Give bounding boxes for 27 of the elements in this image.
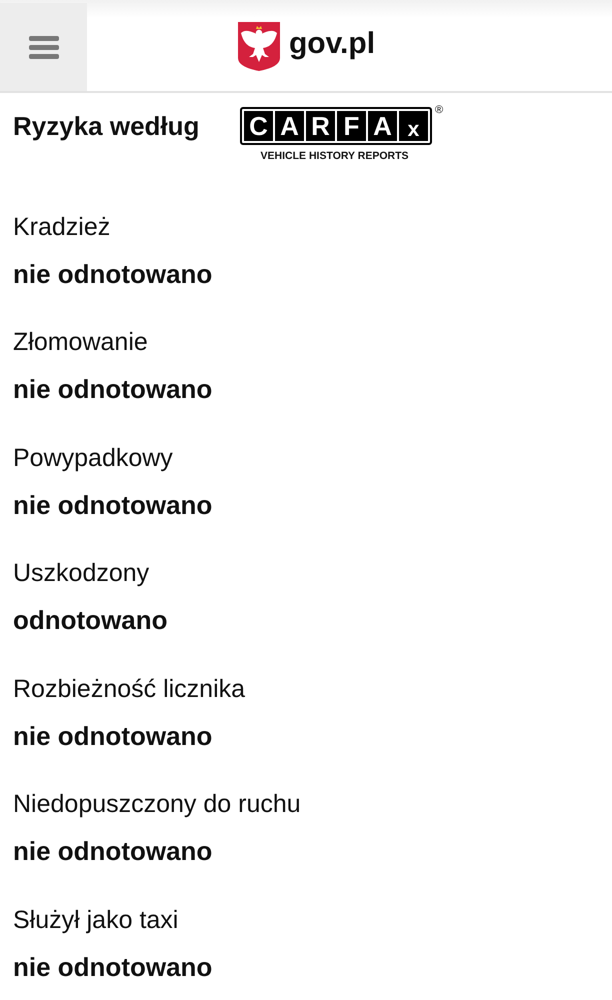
- logo-letter: C: [244, 111, 273, 141]
- risk-value: nie odnotowano: [13, 374, 212, 404]
- risk-value: nie odnotowano: [13, 836, 212, 866]
- logo-letter: R: [306, 111, 335, 141]
- risk-value: nie odnotowano: [13, 258, 212, 288]
- risk-label: Powypadkowy: [13, 442, 173, 472]
- logo-letter: x: [399, 111, 428, 141]
- site-name: gov.pl: [288, 29, 376, 62]
- risk-label: Kradzież: [13, 212, 110, 242]
- risk-label: Niedopuszczony do ruchu: [13, 789, 301, 819]
- risk-value: nie odnotowano: [13, 952, 212, 982]
- menu-icon: [28, 36, 58, 58]
- logo-letter: A: [368, 111, 397, 141]
- risk-value: odnotowano: [13, 605, 168, 635]
- logo-letter: F: [337, 111, 366, 141]
- risk-value: nie odnotowano: [13, 720, 212, 750]
- risk-label: Złomowanie: [13, 327, 148, 357]
- risk-label: Uszkodzony: [13, 558, 150, 588]
- risk-value: nie odnotowano: [13, 490, 212, 520]
- risk-label: Rozbieżność licznika: [13, 674, 246, 704]
- logo-tagline: VEHICLE HISTORY REPORTS: [260, 151, 409, 162]
- eagle-emblem-icon: [236, 20, 281, 72]
- logo-letter: A: [275, 111, 304, 141]
- risk-label: Służył jako taxi: [13, 904, 178, 934]
- registered-mark: ®: [435, 105, 444, 116]
- section-title: Ryzyka według: [13, 111, 200, 141]
- menu-button[interactable]: [0, 3, 87, 91]
